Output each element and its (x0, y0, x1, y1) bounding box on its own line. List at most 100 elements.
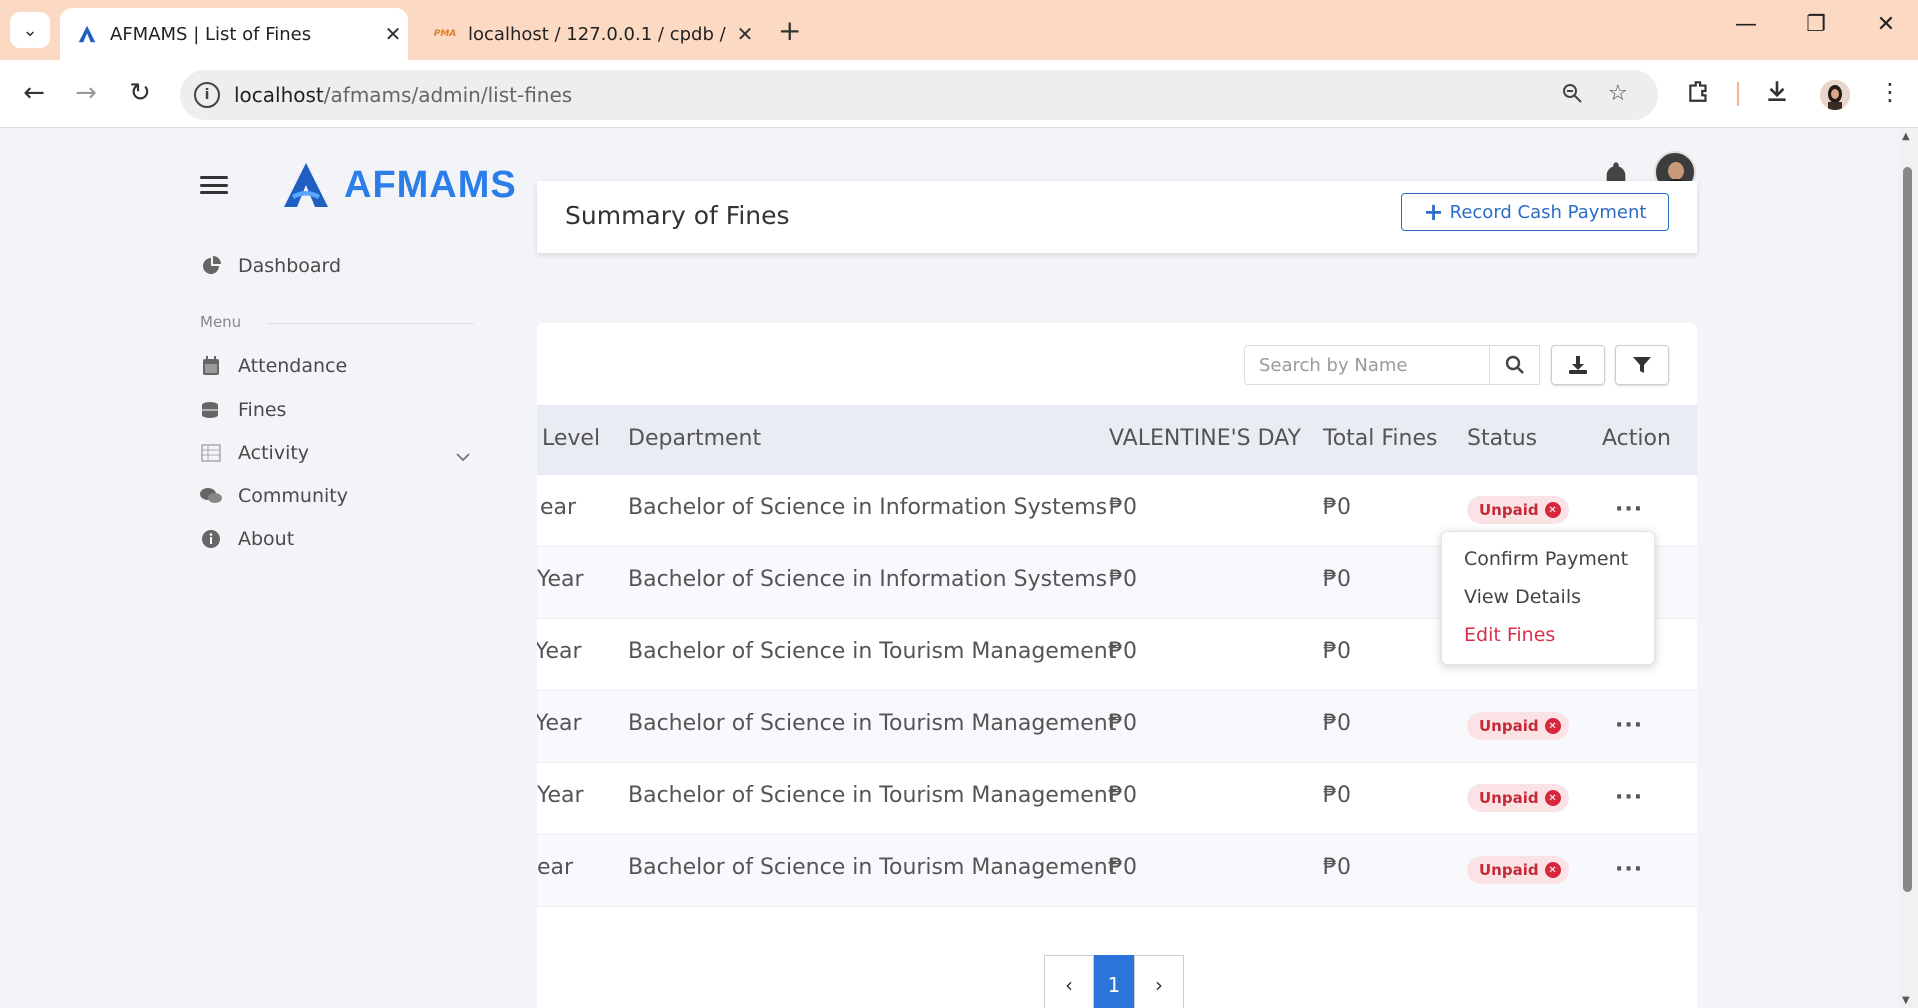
sidebar-item-label: Fines (238, 399, 287, 421)
downloads-icon[interactable] (1764, 78, 1790, 110)
address-bar[interactable]: i localhost/afmams/admin/list-fines ☆ (180, 70, 1658, 120)
plus-icon: + (1423, 198, 1444, 226)
tab-afmams[interactable]: AFMAMS | List of Fines ✕ (60, 8, 408, 60)
back-arrow-icon[interactable]: ← (18, 78, 50, 108)
hamburger-menu-icon[interactable] (200, 176, 228, 194)
table-row: ear Bachelor of Science in Tourism Manag… (537, 835, 1697, 907)
scroll-up-arrow-icon[interactable]: ▲ (1902, 131, 1910, 142)
minimize-icon[interactable]: — (1726, 12, 1766, 37)
tab-phpmyadmin[interactable]: PMA localhost / 127.0.0.1 / cpdb / att ✕ (420, 8, 760, 60)
column-header-valentines-day[interactable]: VALENTINE'S DAY (1109, 426, 1301, 451)
column-header-department[interactable]: Department (628, 426, 761, 451)
summary-header-card: Summary of Fines + Record Cash Payment (537, 181, 1697, 253)
column-header-status[interactable]: Status (1467, 426, 1537, 451)
sidebar-item-label: Community (238, 485, 348, 507)
site-info-icon[interactable]: i (194, 82, 220, 108)
row-actions-ellipsis-icon[interactable]: ··· (1615, 713, 1643, 738)
comments-icon (200, 485, 222, 507)
x-circle-icon: ✕ (1544, 862, 1561, 878)
cell-total: ₱0 (1323, 855, 1351, 880)
column-header-level[interactable]: Level (542, 426, 600, 451)
x-circle-icon: ✕ (1544, 718, 1561, 734)
tab-search-chevron-icon[interactable]: ⌄ (10, 12, 50, 48)
sidebar-item-dashboard[interactable]: Dashboard (200, 255, 341, 277)
sidebar-item-label: Activity (238, 442, 310, 464)
x-circle-icon: ✕ (1544, 502, 1561, 518)
status-badge: Unpaid ✕ (1467, 712, 1569, 740)
cell-department: Bachelor of Science in Tourism Managemen… (628, 639, 1117, 664)
zoom-icon[interactable] (1560, 81, 1584, 111)
brand-name: AFMAMS (344, 163, 517, 206)
sidebar-item-attendance[interactable]: Attendance (200, 355, 347, 377)
cell-total: ₱0 (1323, 567, 1351, 592)
reload-icon[interactable]: ↻ (124, 78, 156, 108)
bookmark-star-icon[interactable]: ☆ (1608, 81, 1628, 106)
cell-total: ₱0 (1323, 711, 1351, 736)
confirm-payment-menu-item[interactable]: Confirm Payment (1464, 548, 1628, 570)
sidebar-item-fines[interactable]: Fines (200, 399, 286, 421)
chevron-down-icon[interactable] (456, 450, 470, 466)
row-actions-dropdown: Confirm Payment View Details Edit Fines (1441, 531, 1655, 665)
column-header-total-fines[interactable]: Total Fines (1323, 426, 1437, 451)
row-actions-ellipsis-icon[interactable]: ··· (1615, 857, 1643, 882)
prev-page-button[interactable]: ‹ (1044, 955, 1094, 1008)
cell-valentines: ₱0 (1109, 639, 1137, 664)
calendar-icon (200, 355, 222, 377)
cell-total: ₱0 (1323, 495, 1351, 520)
status-badge: Unpaid ✕ (1467, 856, 1569, 884)
window-close-icon[interactable]: ✕ (1866, 12, 1906, 37)
search-button[interactable] (1490, 345, 1540, 385)
tab-close-icon[interactable]: ✕ (378, 22, 408, 46)
cell-department: Bachelor of Science in Information Syste… (628, 567, 1108, 592)
view-details-menu-item[interactable]: View Details (1464, 586, 1581, 608)
tab-title: AFMAMS | List of Fines (110, 23, 312, 45)
restore-icon[interactable]: ❐ (1796, 12, 1836, 37)
info-icon (200, 528, 222, 550)
column-header-action[interactable]: Action (1602, 426, 1671, 451)
new-tab-plus-icon[interactable]: + (778, 14, 801, 47)
table-row: Year Bachelor of Science in Tourism Mana… (537, 763, 1697, 835)
pagination: ‹ 1 › (1044, 955, 1184, 1008)
sidebar-item-about[interactable]: About (200, 528, 294, 550)
status-badge: Unpaid ✕ (1467, 784, 1569, 812)
record-cash-payment-button[interactable]: + Record Cash Payment (1401, 193, 1669, 231)
sidebar-item-label: About (238, 528, 295, 550)
next-page-button[interactable]: › (1134, 955, 1184, 1008)
fines-table-card: Search by Name Level Department VALENTIN… (537, 323, 1697, 1008)
page-title: Summary of Fines (565, 201, 790, 230)
app-logo[interactable]: AFMAMS (282, 161, 517, 209)
scrollbar-thumb[interactable] (1903, 167, 1912, 892)
cell-valentines: ₱0 (1109, 783, 1137, 808)
search-input[interactable]: Search by Name (1244, 345, 1490, 385)
sidebar-item-community[interactable]: Community (200, 485, 348, 507)
row-actions-ellipsis-icon[interactable]: ··· (1615, 497, 1643, 522)
edit-fines-menu-item[interactable]: Edit Fines (1464, 624, 1555, 646)
phpmyadmin-favicon-icon: PMA (433, 29, 457, 39)
forward-arrow-icon[interactable]: → (70, 78, 102, 108)
cell-level: Year (537, 639, 582, 664)
extensions-icon[interactable] (1686, 78, 1712, 110)
row-actions-ellipsis-icon[interactable]: ··· (1615, 785, 1643, 810)
sidebar-item-activity[interactable]: Activity (200, 442, 309, 464)
filter-icon (1633, 357, 1651, 373)
avatar-face (1668, 162, 1684, 180)
scroll-down-arrow-icon[interactable]: ▼ (1902, 995, 1910, 1006)
more-vert-icon[interactable]: ⋮ (1878, 78, 1902, 106)
record-button-label: Record Cash Payment (1449, 201, 1647, 223)
app-page: AFMAMS Dashboard Menu Attendance Fines A… (0, 129, 1898, 1008)
sidebar-item-label: Dashboard (238, 255, 342, 277)
table-icon (200, 442, 222, 464)
download-icon (1569, 356, 1587, 374)
page-1-button[interactable]: 1 (1094, 955, 1134, 1008)
browser-tab-strip: ⌄ AFMAMS | List of Fines ✕ PMA localhost… (0, 0, 1918, 60)
tab-close-icon[interactable]: ✕ (730, 22, 760, 46)
page-scrollbar[interactable]: ▲ ▼ (1898, 129, 1918, 1008)
tab-title: localhost / 127.0.0.1 / cpdb / att (468, 23, 730, 45)
cell-department: Bachelor of Science in Tourism Managemen… (628, 783, 1117, 808)
filter-button[interactable] (1615, 345, 1669, 385)
profile-avatar[interactable] (1820, 80, 1850, 110)
export-download-button[interactable] (1551, 345, 1605, 385)
table-header: Level Department VALENTINE'S DAY Total F… (537, 405, 1697, 475)
cell-valentines: ₱0 (1109, 855, 1137, 880)
cell-total: ₱0 (1323, 783, 1351, 808)
